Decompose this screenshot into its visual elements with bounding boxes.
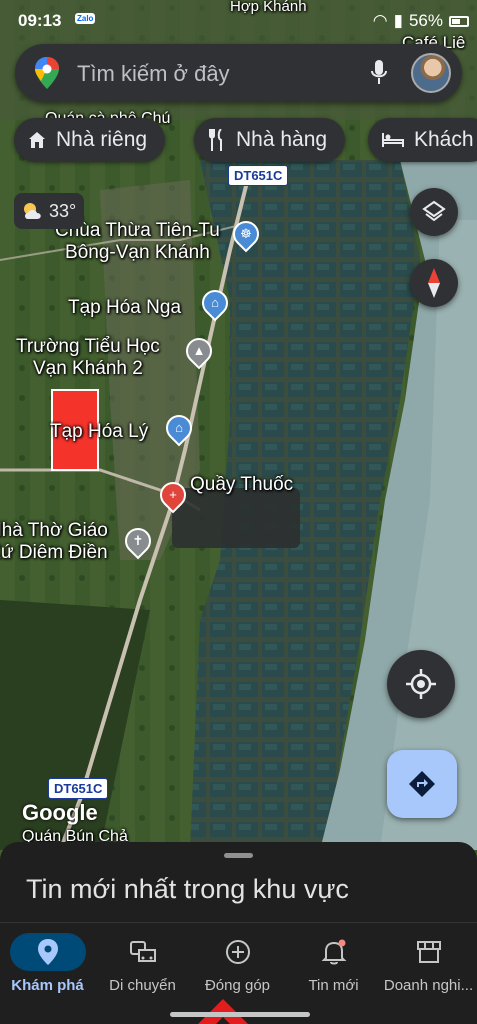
road-shield: DT651C (228, 165, 289, 186)
wifi-icon: ◠ (372, 11, 388, 30)
my-location-icon (406, 669, 436, 699)
nav-contribute[interactable]: Đóng góp (190, 933, 285, 994)
nav-label: Khám phá (11, 977, 84, 994)
chip-label: Nhà riêng (56, 128, 148, 151)
drag-handle[interactable] (224, 853, 253, 858)
nav-commute[interactable]: Di chuyển (95, 933, 190, 994)
battery-percent: 56% (408, 11, 443, 30)
map-label-school[interactable]: Trường Tiểu Học Vạn Khánh 2 (16, 336, 160, 380)
category-chips: Nhà riêng Nhà hàng Khách (14, 118, 477, 162)
search-input[interactable]: Tìm kiếm ở đây (77, 61, 230, 87)
map-label-store-nga[interactable]: Tạp Hóa Nga (68, 297, 181, 319)
chip-label: Nhà hàng (236, 128, 328, 151)
signal-icon: ▮ (393, 11, 403, 30)
my-location-button[interactable] (387, 650, 455, 718)
status-bar: 09:13 Zalo ◠ ▮ 56% (0, 0, 477, 40)
nav-label: Đóng góp (204, 977, 271, 994)
compass-icon (428, 268, 440, 298)
contribute-plus-icon (225, 940, 250, 964)
compass-button[interactable] (410, 259, 458, 307)
battery-icon (449, 15, 469, 27)
business-store-icon (416, 941, 441, 963)
chip-home[interactable]: Nhà riêng (14, 118, 166, 162)
nav-label: Tin mới (308, 977, 359, 994)
weather-badge[interactable]: 33° (14, 193, 85, 229)
status-time: 09:13 (18, 11, 62, 30)
google-maps-logo-icon (35, 57, 59, 89)
google-attribution: Google (22, 800, 98, 825)
chip-restaurants[interactable]: Nhà hàng (194, 118, 346, 162)
map-label-pharmacy[interactable]: Quầy Thuốc (190, 474, 293, 496)
home-indicator[interactable] (170, 1012, 310, 1017)
map-label-store-ly[interactable]: Tạp Hóa Lý (50, 421, 148, 443)
nav-updates[interactable]: Tin mới (286, 933, 381, 994)
explore-pin-icon (37, 939, 58, 965)
hotel-icon (382, 133, 404, 147)
directions-icon (409, 771, 435, 797)
road-shield: DT651C (48, 778, 109, 799)
search-bar[interactable]: Tìm kiếm ở đây (15, 44, 462, 102)
weather-temperature: 33° (49, 200, 77, 221)
map-label-church[interactable]: Nhà Thờ Giáo Xứ Diêm Điền (0, 520, 108, 564)
restaurant-icon (209, 129, 222, 151)
partly-cloudy-icon (24, 203, 41, 219)
sheet-title: Tin mới nhất trong khu vực (26, 874, 349, 904)
chip-label: Khách (414, 128, 474, 151)
notifications-bell-icon (321, 939, 346, 965)
chip-hotels[interactable]: Khách (368, 118, 477, 162)
mic-icon[interactable] (371, 60, 387, 86)
layers-icon (422, 200, 446, 222)
nav-label: Doanh nghi... (383, 977, 474, 994)
bottom-navigation: Khám phá Di chuyển Đóng góp Tin mới Doan… (0, 922, 477, 1024)
home-icon (29, 132, 45, 148)
nav-explore[interactable]: Khám phá (0, 933, 95, 994)
avatar[interactable] (411, 53, 451, 93)
commute-car-icon (129, 941, 156, 962)
zalo-notification-icon: Zalo (75, 13, 96, 24)
directions-button[interactable] (387, 750, 457, 818)
layers-button[interactable] (410, 188, 458, 236)
bottom-sheet[interactable]: Tin mới nhất trong khu vực (0, 842, 477, 922)
nav-label: Di chuyển (109, 977, 176, 994)
nav-business[interactable]: Doanh nghi... (381, 933, 476, 994)
